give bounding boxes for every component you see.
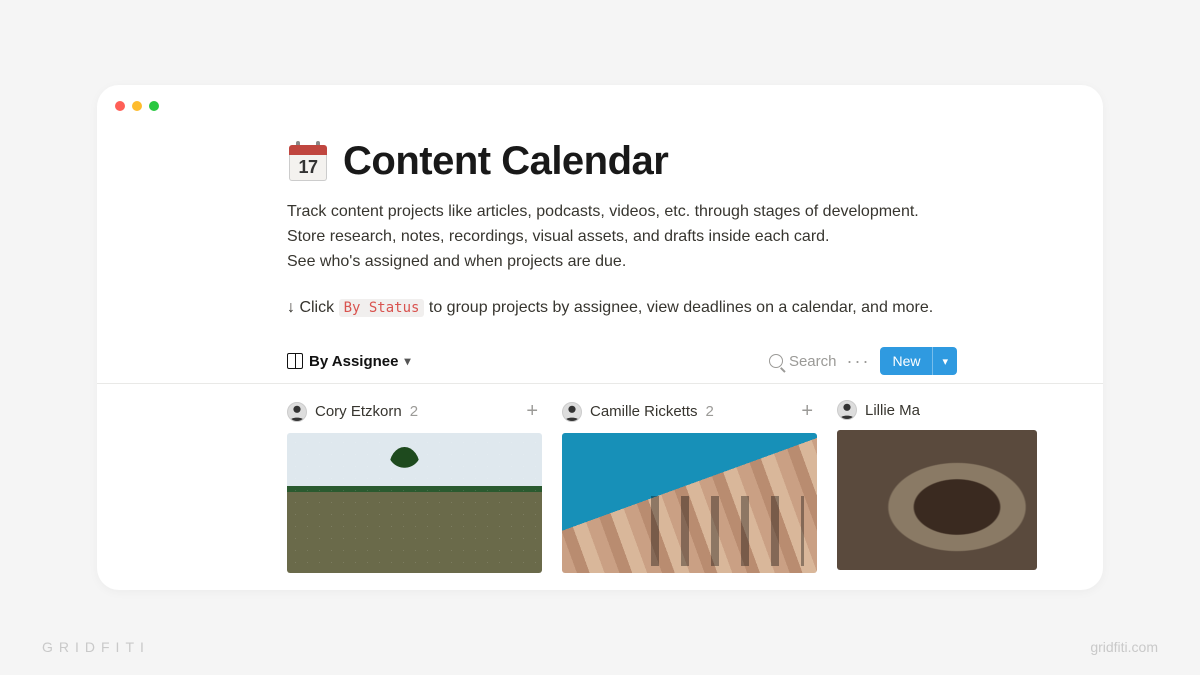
board-column: Lillie Ma — [837, 398, 1037, 573]
page-title: 17 Content Calendar — [287, 139, 1103, 184]
page-description: Track content projects like articles, po… — [287, 200, 947, 274]
new-button-label: New — [880, 347, 932, 375]
source-url: gridfiti.com — [1090, 639, 1158, 655]
column-name: Camille Ricketts — [590, 403, 698, 420]
column-name: Cory Etzkorn — [315, 403, 402, 420]
add-card-button[interactable]: + — [522, 400, 542, 423]
hint-prefix: ↓ Click — [287, 299, 339, 316]
column-name: Lillie Ma — [865, 402, 920, 419]
description-line: Track content projects like articles, po… — [287, 200, 947, 225]
board-view: Cory Etzkorn 2 + Camille Ricketts 2 + — [287, 398, 1103, 573]
column-header[interactable]: Lillie Ma — [837, 398, 1037, 430]
view-label: By Assignee — [309, 353, 398, 370]
window-titlebar — [97, 85, 1103, 111]
by-status-chip[interactable]: By Status — [339, 299, 425, 317]
calendar-icon: 17 — [287, 141, 329, 183]
window-zoom-icon[interactable] — [149, 101, 159, 111]
toolbar-divider — [97, 383, 1103, 384]
window-close-icon[interactable] — [115, 101, 125, 111]
description-line: See who's assigned and when projects are… — [287, 250, 947, 275]
new-button-dropdown[interactable]: ▾ — [932, 347, 957, 375]
card-cover-image[interactable] — [287, 433, 542, 573]
hint-text: ↓ Click By Status to group projects by a… — [287, 296, 947, 321]
column-count: 2 — [410, 403, 418, 420]
database-toolbar: By Assignee ▾ Search ··· New ▾ — [287, 347, 957, 383]
board-column: Cory Etzkorn 2 + — [287, 398, 542, 573]
add-card-button[interactable]: + — [797, 400, 817, 423]
board-view-icon — [287, 353, 303, 369]
brand-watermark: GRIDFITI — [42, 639, 150, 655]
view-selector[interactable]: By Assignee ▾ — [287, 353, 411, 370]
avatar — [837, 400, 857, 420]
column-header[interactable]: Cory Etzkorn 2 + — [287, 398, 542, 433]
new-button[interactable]: New ▾ — [880, 347, 957, 375]
chevron-down-icon: ▾ — [404, 354, 410, 368]
board-column: Camille Ricketts 2 + — [562, 398, 817, 573]
description-line: Store research, notes, recordings, visua… — [287, 225, 947, 250]
more-options-button[interactable]: ··· — [836, 351, 880, 372]
page-content: 17 Content Calendar Track content projec… — [97, 111, 1103, 573]
card-cover-image[interactable] — [837, 430, 1037, 570]
column-count: 2 — [706, 403, 714, 420]
app-window: 17 Content Calendar Track content projec… — [97, 85, 1103, 590]
page-title-text: Content Calendar — [343, 139, 668, 184]
window-minimize-icon[interactable] — [132, 101, 142, 111]
calendar-icon-day: 17 — [289, 155, 327, 181]
card-cover-image[interactable] — [562, 433, 817, 573]
search-icon — [769, 354, 783, 368]
avatar — [562, 402, 582, 422]
search-button[interactable]: Search — [769, 353, 837, 370]
hint-suffix: to group projects by assignee, view dead… — [429, 299, 933, 316]
search-label: Search — [789, 353, 837, 370]
column-header[interactable]: Camille Ricketts 2 + — [562, 398, 817, 433]
avatar — [287, 402, 307, 422]
